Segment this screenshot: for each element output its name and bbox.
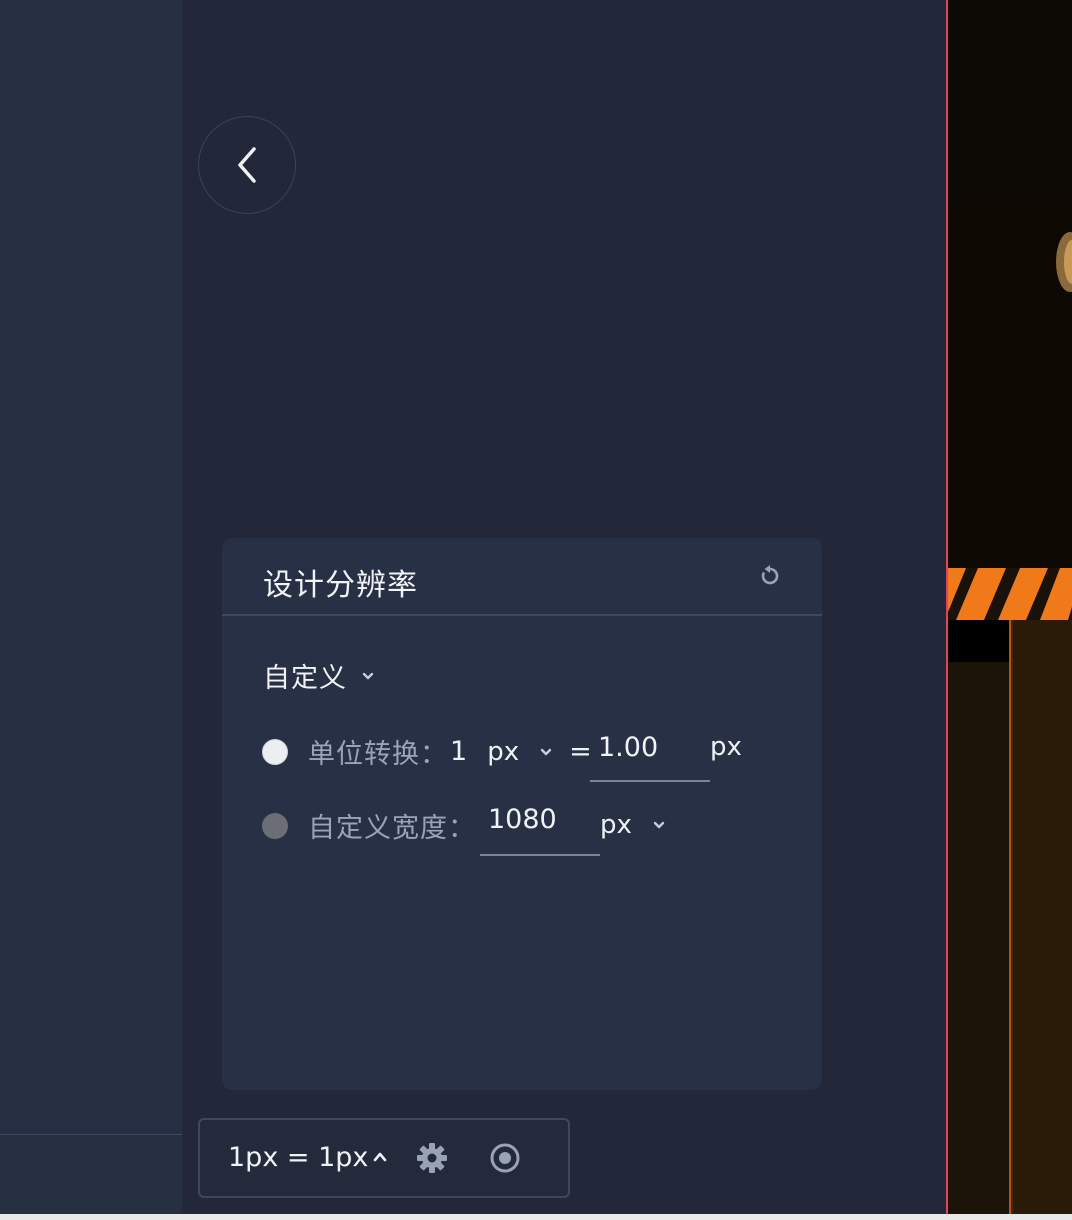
reset-icon[interactable] <box>758 564 782 588</box>
chevron-down-icon <box>540 748 552 755</box>
panel-title: 设计分辨率 <box>263 568 418 603</box>
custom-width-radio[interactable] <box>262 812 288 839</box>
custom-width-unit-select[interactable]: px <box>600 810 666 840</box>
scale-label: 1px = 1px <box>228 1142 369 1173</box>
custom-width-label: 自定义宽度： <box>308 813 476 844</box>
chevron-left-icon <box>238 147 256 183</box>
chevron-down-icon <box>362 672 374 679</box>
custom-width-unit: px <box>600 810 632 840</box>
preset-label: 自定义 <box>263 663 347 694</box>
preset-select[interactable]: 自定义 <box>263 656 375 695</box>
design-resolution-panel: 设计分辨率 自定义 单位转换： 1 px = 1.00 px 自定义宽度： 10… <box>222 538 822 1090</box>
chevron-down-icon <box>653 821 665 829</box>
eye-icon[interactable] <box>488 1142 522 1174</box>
source-value: 1 <box>450 736 468 767</box>
bottom-edge <box>0 1214 1072 1220</box>
source-unit-select[interactable]: px <box>487 737 553 767</box>
game-preview-image <box>948 0 1072 1215</box>
left-sidebar <box>0 0 182 1220</box>
custom-width-input[interactable]: 1080 <box>480 804 600 856</box>
unit-conversion-radio[interactable] <box>262 738 288 765</box>
equals-sign: = <box>569 736 592 767</box>
unit-conversion-label: 单位转换： <box>308 739 448 770</box>
target-unit: px <box>710 732 742 762</box>
back-button[interactable] <box>198 116 296 214</box>
chevron-up-icon[interactable] <box>372 1150 388 1164</box>
panel-header: 设计分辨率 <box>222 538 822 616</box>
sidebar-divider <box>0 1134 182 1135</box>
target-value-input[interactable]: 1.00 <box>590 732 710 782</box>
custom-width-row: 自定义宽度： <box>262 806 476 845</box>
gear-icon[interactable] <box>416 1142 448 1174</box>
canvas-preview[interactable] <box>946 0 1072 1215</box>
scale-toolbar: 1px = 1px <box>198 1118 570 1198</box>
unit-conversion-row: 单位转换： 1 px = <box>262 732 592 771</box>
source-unit: px <box>487 736 520 767</box>
